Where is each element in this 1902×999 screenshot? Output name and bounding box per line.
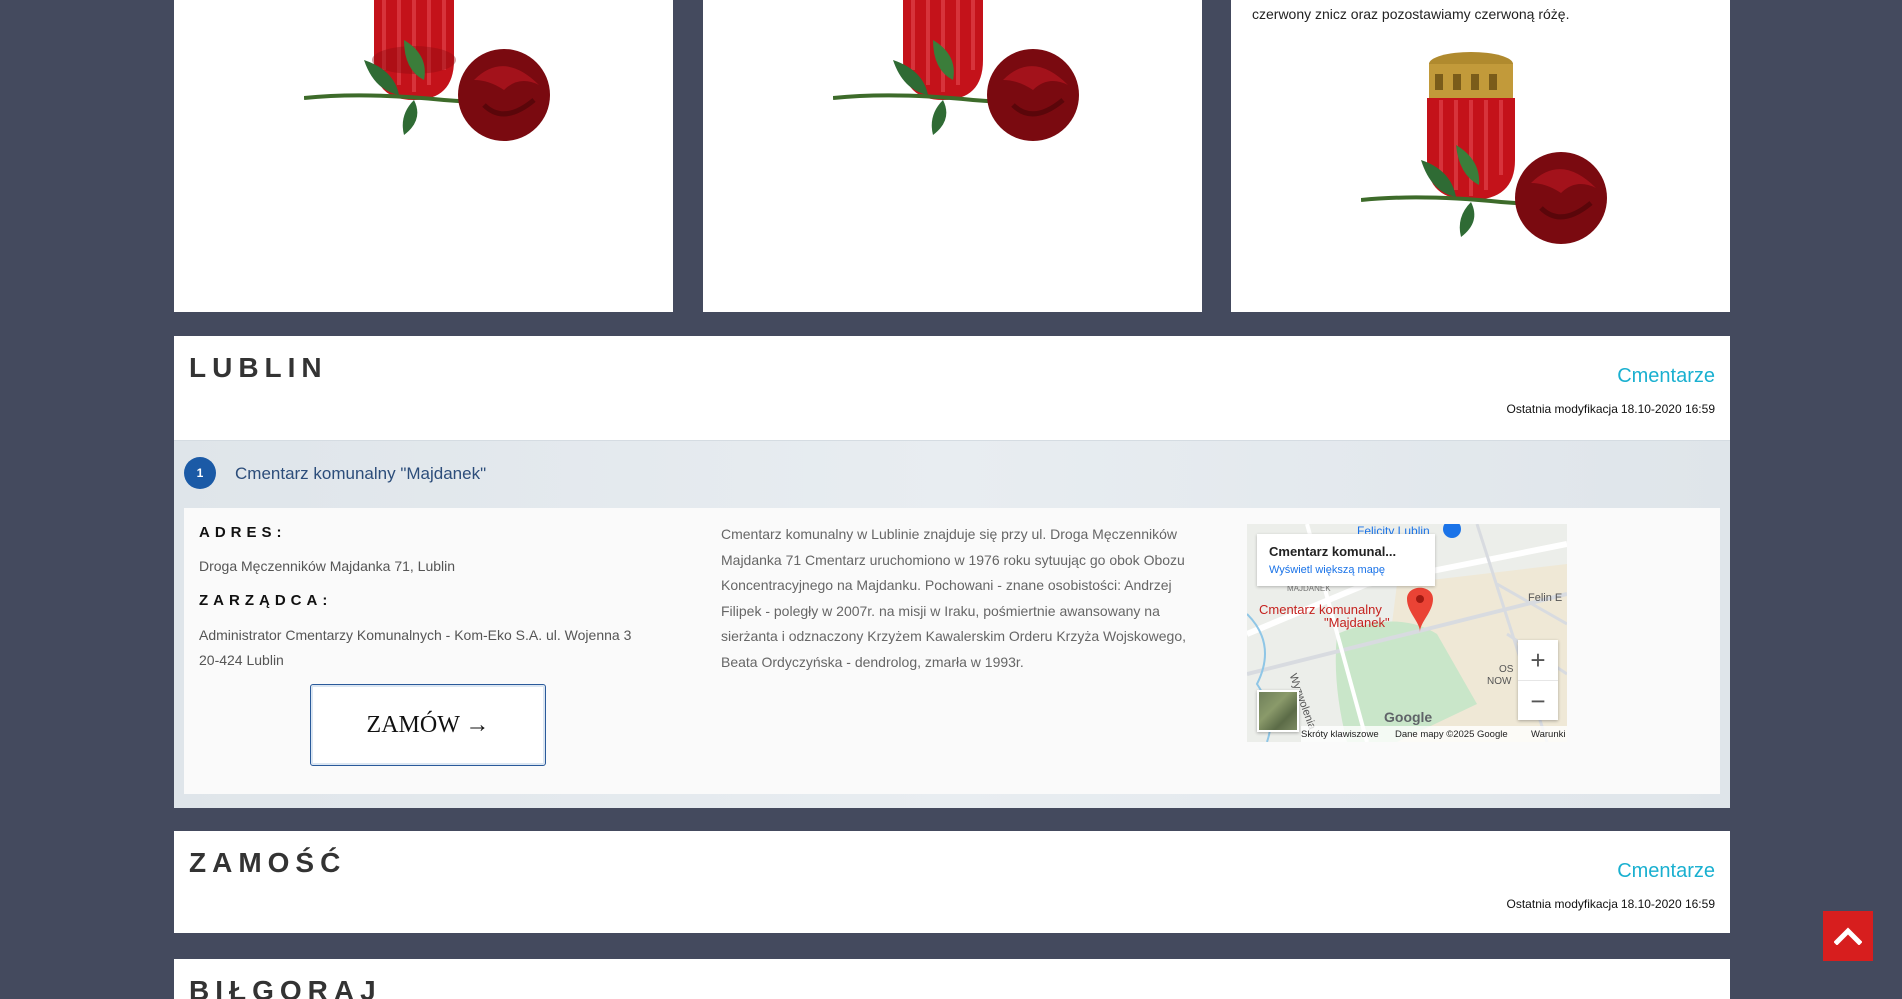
zoom-in-button[interactable]: + [1518,640,1558,680]
map-footer: Skróty klawiszowe Dane mapy ©2025 Google… [1301,726,1567,742]
chevron-up-icon [1834,927,1862,945]
map-label-now: NOW [1487,676,1512,687]
product-card-2 [703,0,1202,312]
cemetery-accordion: 1 Cmentarz komunalny "Majdanek" ADRES: D… [174,440,1730,808]
terms-link[interactable]: Warunki [1531,729,1566,740]
map-info-window: Cmentarz komunal... Wyświetl większą map… [1257,534,1435,586]
view-larger-map-link[interactable]: Wyświetl większą mapę [1269,564,1385,576]
map-data-attribution: Dane mapy ©2025 Google [1395,729,1508,740]
product-caption: czerwony znicz oraz pozostawiamy czerwon… [1252,6,1570,22]
map-info-title: Cmentarz komunal... [1269,544,1397,559]
city-title: BIŁGORAJ [189,975,382,999]
city-title: LUBLIN [189,352,328,383]
candle-rose-image [304,0,550,141]
last-modified-label: Ostatnia modyfikacja [1506,402,1618,416]
map-zoom-controls: + − [1518,640,1558,720]
satellite-toggle[interactable] [1257,690,1299,732]
cemetery-accordion-title[interactable]: Cmentarz komunalny "Majdanek" [235,464,486,484]
manager-line-2: 20-424 Lublin [199,652,284,668]
last-modified: Ostatnia modyfikacja 18.10-2020 16:59 [1504,897,1715,911]
cemeteries-link[interactable]: Cmentarze [1617,860,1715,883]
last-modified-label: Ostatnia modyfikacja [1506,897,1618,911]
candle-rose-image [833,0,1079,141]
address-label: ADRES: [199,524,287,541]
google-logo: Google [1384,709,1433,725]
cemetery-details: ADRES: Droga Męczenników Majdanka 71, Lu… [184,508,1720,794]
map-label-felin: Felin E [1528,592,1563,604]
zoom-out-button[interactable]: − [1518,680,1558,721]
map-pin-label-line-2: "Majdanek" [1324,615,1390,630]
last-modified: Ostatnia modyfikacja 18.10-2020 16:59 [1504,402,1715,416]
cemetery-description: Cmentarz komunalny w Lublinie znajduje s… [721,526,1187,670]
cemeteries-link[interactable]: Cmentarze [1617,365,1715,388]
last-modified-value: 18.10-2020 16:59 [1620,402,1715,416]
address-value: Droga Męczenników Majdanka 71, Lublin [199,558,456,574]
city-section-lublin: LUBLIN Cmentarze Ostatnia modyfikacja 18.… [174,336,1730,808]
manager-line-1: Administrator Cmentarzy Komunalnych - Ko… [199,627,632,643]
google-map[interactable]: Felicity Lublin Cmentarz komunalny "Majd… [1247,524,1567,742]
city-title: ZAMOŚĆ [189,847,347,878]
candle-rose-image [1361,52,1607,244]
city-section-bilgoraj: BIŁGORAJ [174,959,1730,999]
map-label-os: OS [1499,664,1514,675]
product-card-1 [174,0,673,312]
cemetery-number-badge[interactable]: 1 [184,457,216,489]
scroll-to-top-button[interactable] [1823,911,1873,961]
product-card-3: czerwony znicz oraz pozostawiamy czerwon… [1231,0,1730,312]
city-section-zamosc: ZAMOŚĆ Cmentarze Ostatnia modyfikacja 18.… [174,831,1730,933]
order-button[interactable]: ZAMÓW → [310,684,546,766]
keyboard-shortcuts-link[interactable]: Skróty klawiszowe [1301,729,1379,740]
manager-label: ZARZĄDCA: [199,592,333,609]
last-modified-value: 18.10-2020 16:59 [1620,897,1715,911]
